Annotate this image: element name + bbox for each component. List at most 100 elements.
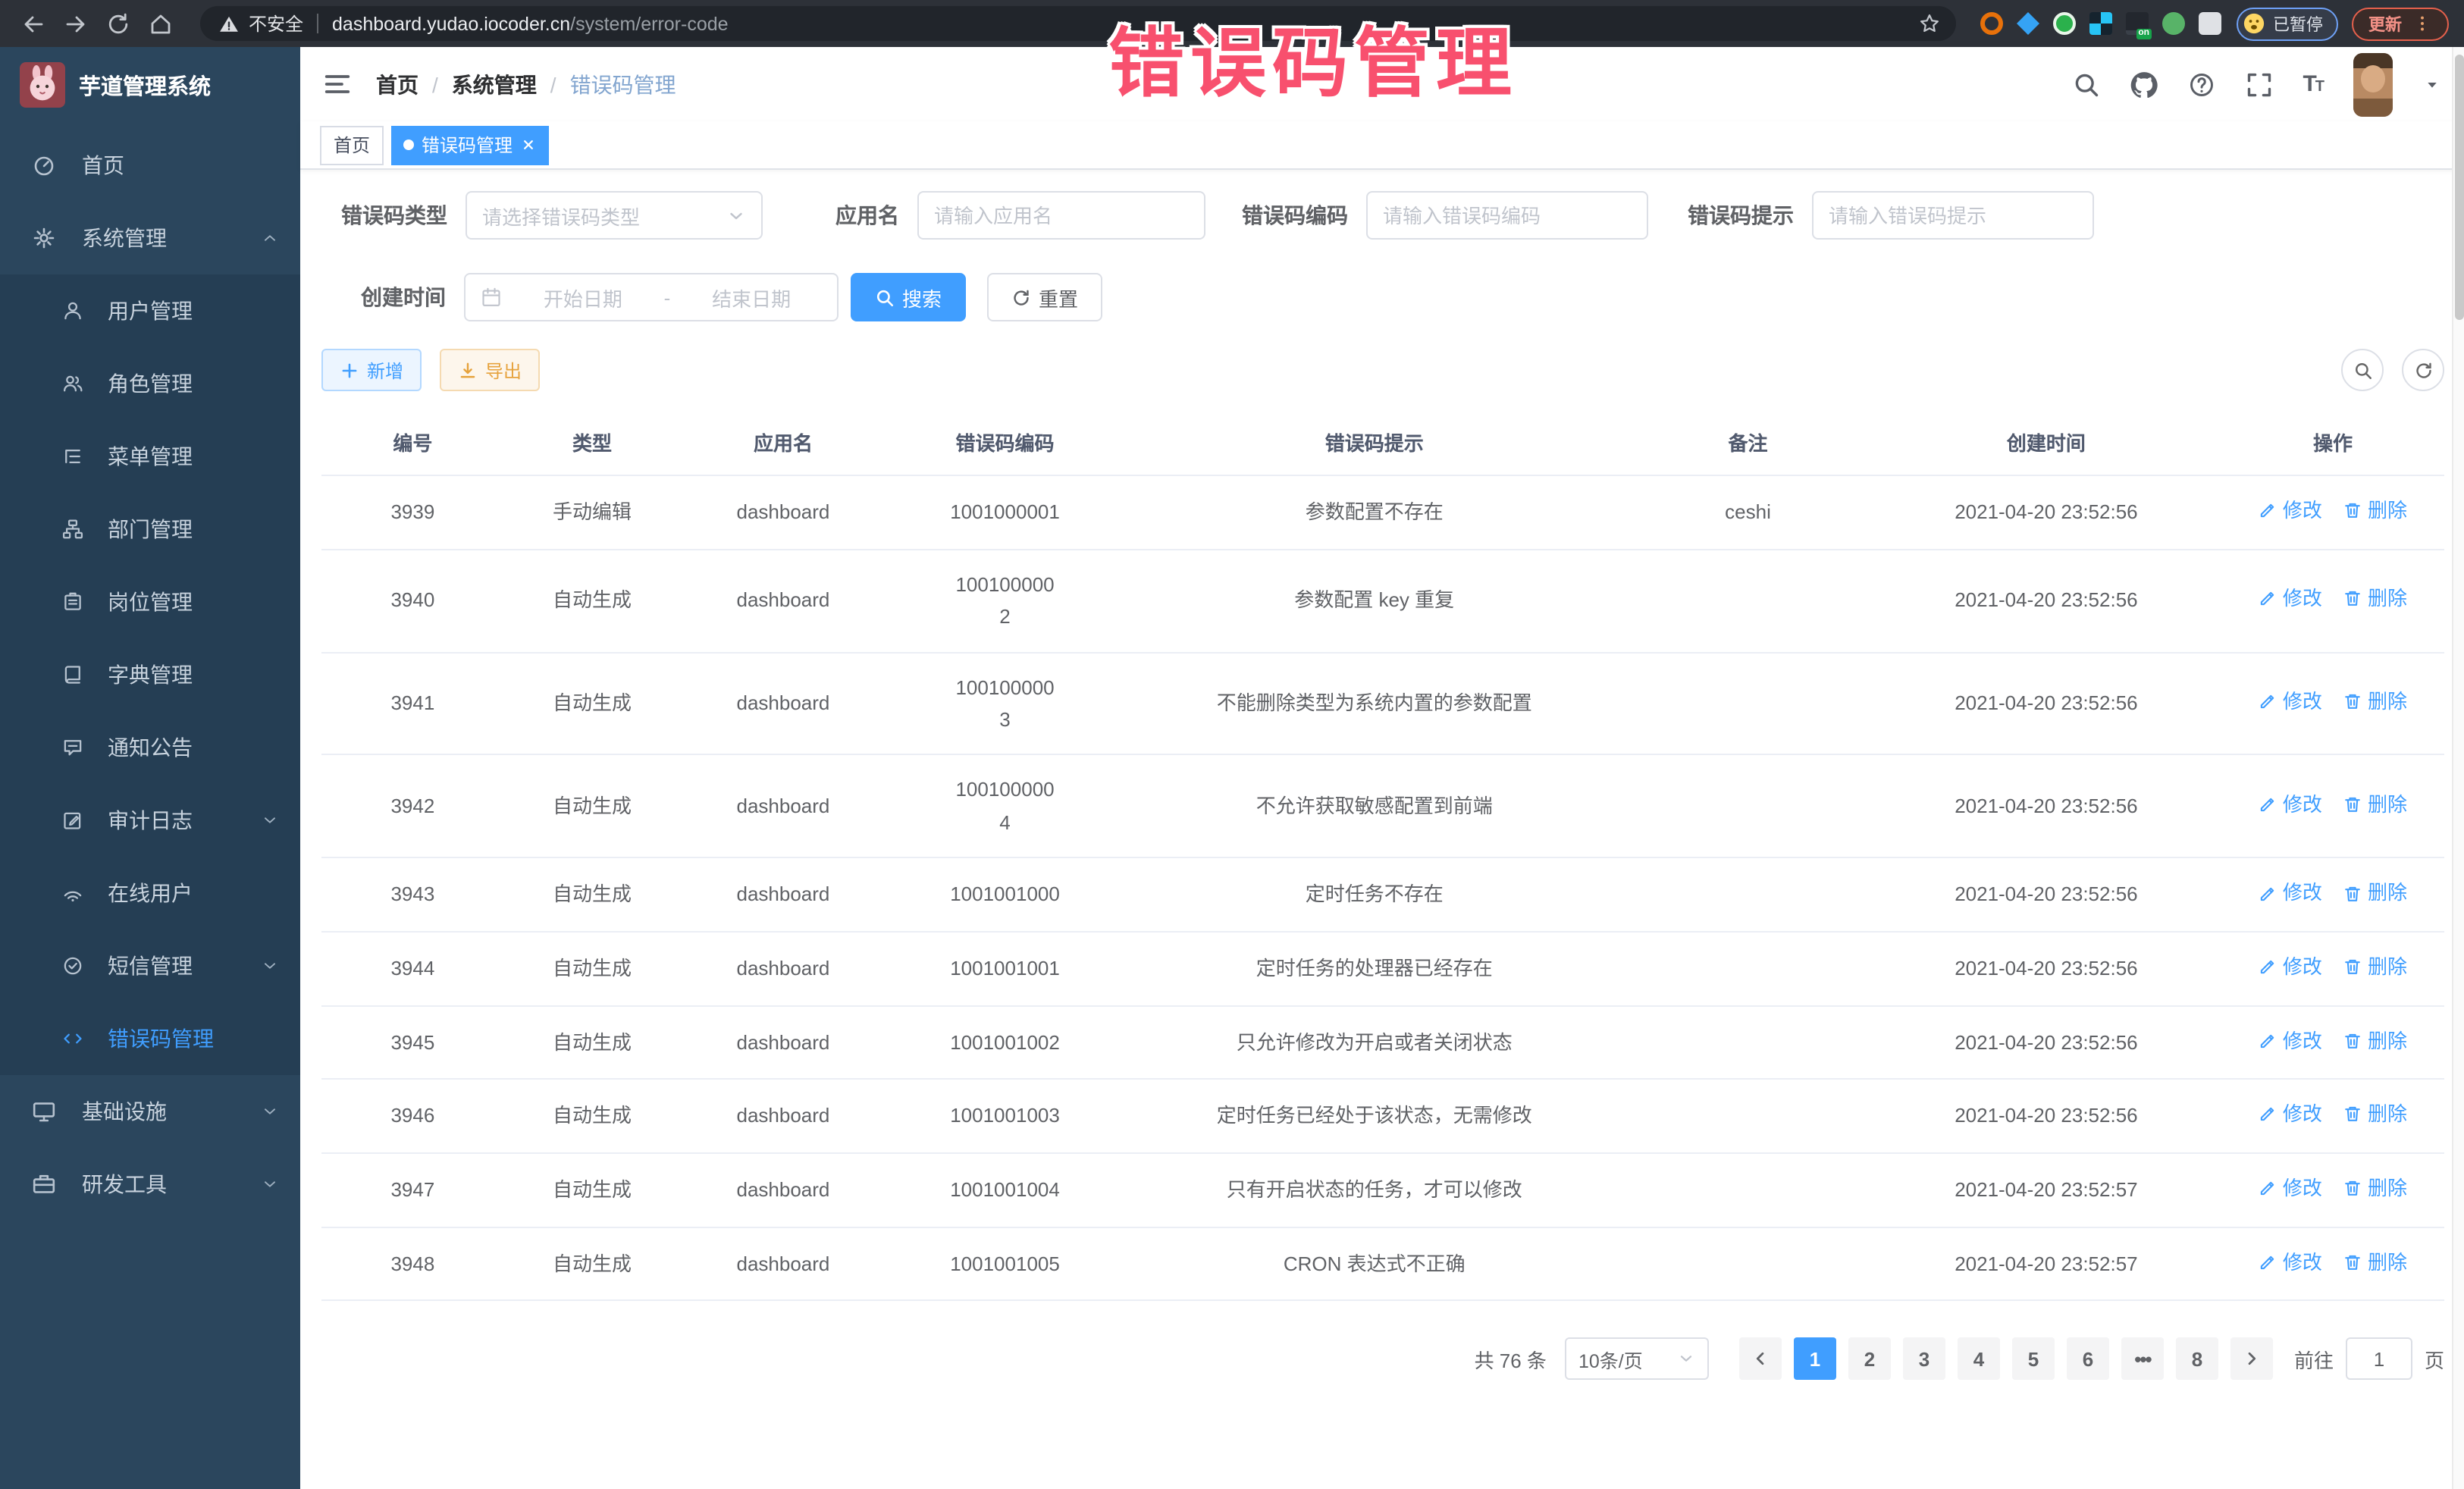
page-button-5[interactable]: 5 [2012, 1337, 2055, 1380]
close-icon[interactable] [520, 136, 537, 153]
error-type-select[interactable]: 请选择错误码类型 [466, 191, 763, 240]
edit-link[interactable]: 修改 [2259, 494, 2322, 527]
page-scrollbar[interactable] [2452, 47, 2464, 1489]
page-button-8[interactable]: 8 [2176, 1337, 2218, 1380]
delete-link[interactable]: 删除 [2343, 1099, 2407, 1131]
sidebar-item-首页[interactable]: 首页 [0, 129, 300, 202]
more-pages-button[interactable]: ••• [2121, 1337, 2164, 1380]
sidebar-item-错误码管理[interactable]: 错误码管理 [0, 1002, 300, 1075]
blue-gem-extension[interactable] [2017, 12, 2039, 35]
security-label[interactable]: 不安全 [249, 11, 303, 36]
toggle-search-button[interactable] [2341, 349, 2384, 391]
home-icon[interactable] [149, 11, 173, 36]
browser-update-button[interactable]: 更新 [2352, 7, 2449, 40]
delete-link[interactable]: 删除 [2343, 685, 2407, 718]
error-message-input[interactable] [1829, 204, 2077, 227]
date-range-picker[interactable]: 开始日期 - 结束日期 [464, 273, 839, 321]
sidebar-item-用户管理[interactable]: 用户管理 [0, 274, 300, 347]
delete-link[interactable]: 删除 [2343, 1172, 2407, 1205]
page-button-1[interactable]: 1 [1794, 1337, 1836, 1380]
goto-page-input[interactable] [2346, 1337, 2412, 1380]
delete-link[interactable]: 删除 [2343, 583, 2407, 616]
export-button[interactable]: 导出 [440, 349, 540, 391]
scrollbar-thumb[interactable] [2455, 55, 2464, 320]
edit-link[interactable]: 修改 [2259, 685, 2322, 718]
reset-button[interactable]: 重置 [987, 273, 1102, 321]
font-size-icon[interactable]: TT [2303, 71, 2323, 97]
chevron-up-icon [261, 229, 279, 247]
tampermonkey-on-extension[interactable] [2126, 12, 2149, 35]
forward-icon[interactable] [64, 11, 88, 36]
sidebar-item-岗位管理[interactable]: 岗位管理 [0, 566, 300, 638]
avatar[interactable] [2353, 52, 2393, 116]
page-button-6[interactable]: 6 [2067, 1337, 2109, 1380]
sidebar-item-部门管理[interactable]: 部门管理 [0, 493, 300, 566]
kebab-menu-icon[interactable] [2412, 14, 2432, 33]
add-button[interactable]: 新增 [321, 349, 422, 391]
refresh-table-button[interactable] [2402, 349, 2444, 391]
green-lock-extension[interactable] [2162, 12, 2185, 35]
delete-link[interactable]: 删除 [2343, 788, 2407, 821]
download-icon [458, 360, 478, 380]
app-name-input[interactable] [934, 204, 1189, 227]
grid-extension[interactable] [2089, 12, 2112, 35]
green-v-extension[interactable] [2053, 12, 2076, 35]
back-icon[interactable] [21, 11, 45, 36]
edit-link[interactable]: 修改 [2259, 951, 2322, 983]
submenu-系统管理: 用户管理角色管理菜单管理部门管理岗位管理字典管理通知公告审计日志在线用户短信管理… [0, 274, 300, 1075]
edit-link[interactable]: 修改 [2259, 1099, 2322, 1131]
trash-icon [2343, 1105, 2363, 1124]
reload-icon[interactable] [106, 11, 130, 36]
delete-link[interactable]: 删除 [2343, 951, 2407, 983]
page-button-2[interactable]: 2 [1848, 1337, 1891, 1380]
sidebar-item-菜单管理[interactable]: 菜单管理 [0, 420, 300, 493]
sidebar-item-角色管理[interactable]: 角色管理 [0, 347, 300, 420]
edit-link[interactable]: 修改 [2259, 1024, 2322, 1057]
page-button-3[interactable]: 3 [1903, 1337, 1945, 1380]
sidebar-item-短信管理[interactable]: 短信管理 [0, 929, 300, 1002]
delete-link[interactable]: 删除 [2343, 1246, 2407, 1278]
cell-remark [1625, 652, 1871, 755]
table-row: 3943自动生成dashboard1001001000定时任务不存在2021-0… [321, 858, 2444, 932]
puzzle-extension[interactable] [2199, 12, 2221, 35]
sidebar-item-在线用户[interactable]: 在线用户 [0, 857, 300, 929]
cell-message: 定时任务不存在 [1124, 858, 1625, 932]
extension-paused-badge[interactable]: 已暂停 [2237, 7, 2338, 40]
fullscreen-icon[interactable] [2245, 71, 2272, 98]
prev-page-button[interactable] [1739, 1337, 1782, 1380]
address-bar[interactable]: 不安全 dashboard.yudao.iocoder.cn/system/er… [200, 6, 1956, 41]
next-page-button[interactable] [2230, 1337, 2273, 1380]
delete-link[interactable]: 删除 [2343, 494, 2407, 527]
sidebar-item-系统管理[interactable]: 系统管理 [0, 202, 300, 274]
tab-home[interactable]: 首页 [320, 125, 384, 165]
breadcrumb-home[interactable]: 首页 [376, 69, 419, 99]
breadcrumb-system[interactable]: 系统管理 [452, 69, 537, 99]
search-button[interactable]: 搜索 [851, 273, 966, 321]
edit-link[interactable]: 修改 [2259, 1246, 2322, 1278]
bookmark-star-icon[interactable] [1918, 12, 1941, 35]
sidebar-item-字典管理[interactable]: 字典管理 [0, 638, 300, 711]
search-icon[interactable] [2072, 71, 2099, 98]
help-icon[interactable] [2187, 71, 2215, 98]
delete-link[interactable]: 删除 [2343, 877, 2407, 910]
sidebar-item-基础设施[interactable]: 基础设施 [0, 1075, 300, 1148]
sidebar-item-审计日志[interactable]: 审计日志 [0, 784, 300, 857]
plus-icon [340, 360, 359, 380]
sidebar-item-通知公告[interactable]: 通知公告 [0, 711, 300, 784]
page-size-select[interactable]: 10条/页 [1565, 1337, 1709, 1380]
delete-link[interactable]: 删除 [2343, 1024, 2407, 1057]
edit-link[interactable]: 修改 [2259, 877, 2322, 910]
page-button-4[interactable]: 4 [1958, 1337, 2000, 1380]
edit-link[interactable]: 修改 [2259, 788, 2322, 821]
tab-error-code[interactable]: 错误码管理 [391, 125, 549, 165]
caret-down-icon[interactable] [2423, 75, 2441, 93]
error-code-input[interactable] [1383, 204, 1632, 227]
orange-ring-extension[interactable] [1980, 12, 2003, 35]
edit-link[interactable]: 修改 [2259, 583, 2322, 616]
edit-link[interactable]: 修改 [2259, 1172, 2322, 1205]
github-icon[interactable] [2130, 71, 2157, 98]
hamburger-icon[interactable] [323, 70, 352, 99]
goto-unit: 页 [2425, 1344, 2444, 1373]
sidebar-item-研发工具[interactable]: 研发工具 [0, 1148, 300, 1221]
cell-app: dashboard [680, 858, 886, 932]
